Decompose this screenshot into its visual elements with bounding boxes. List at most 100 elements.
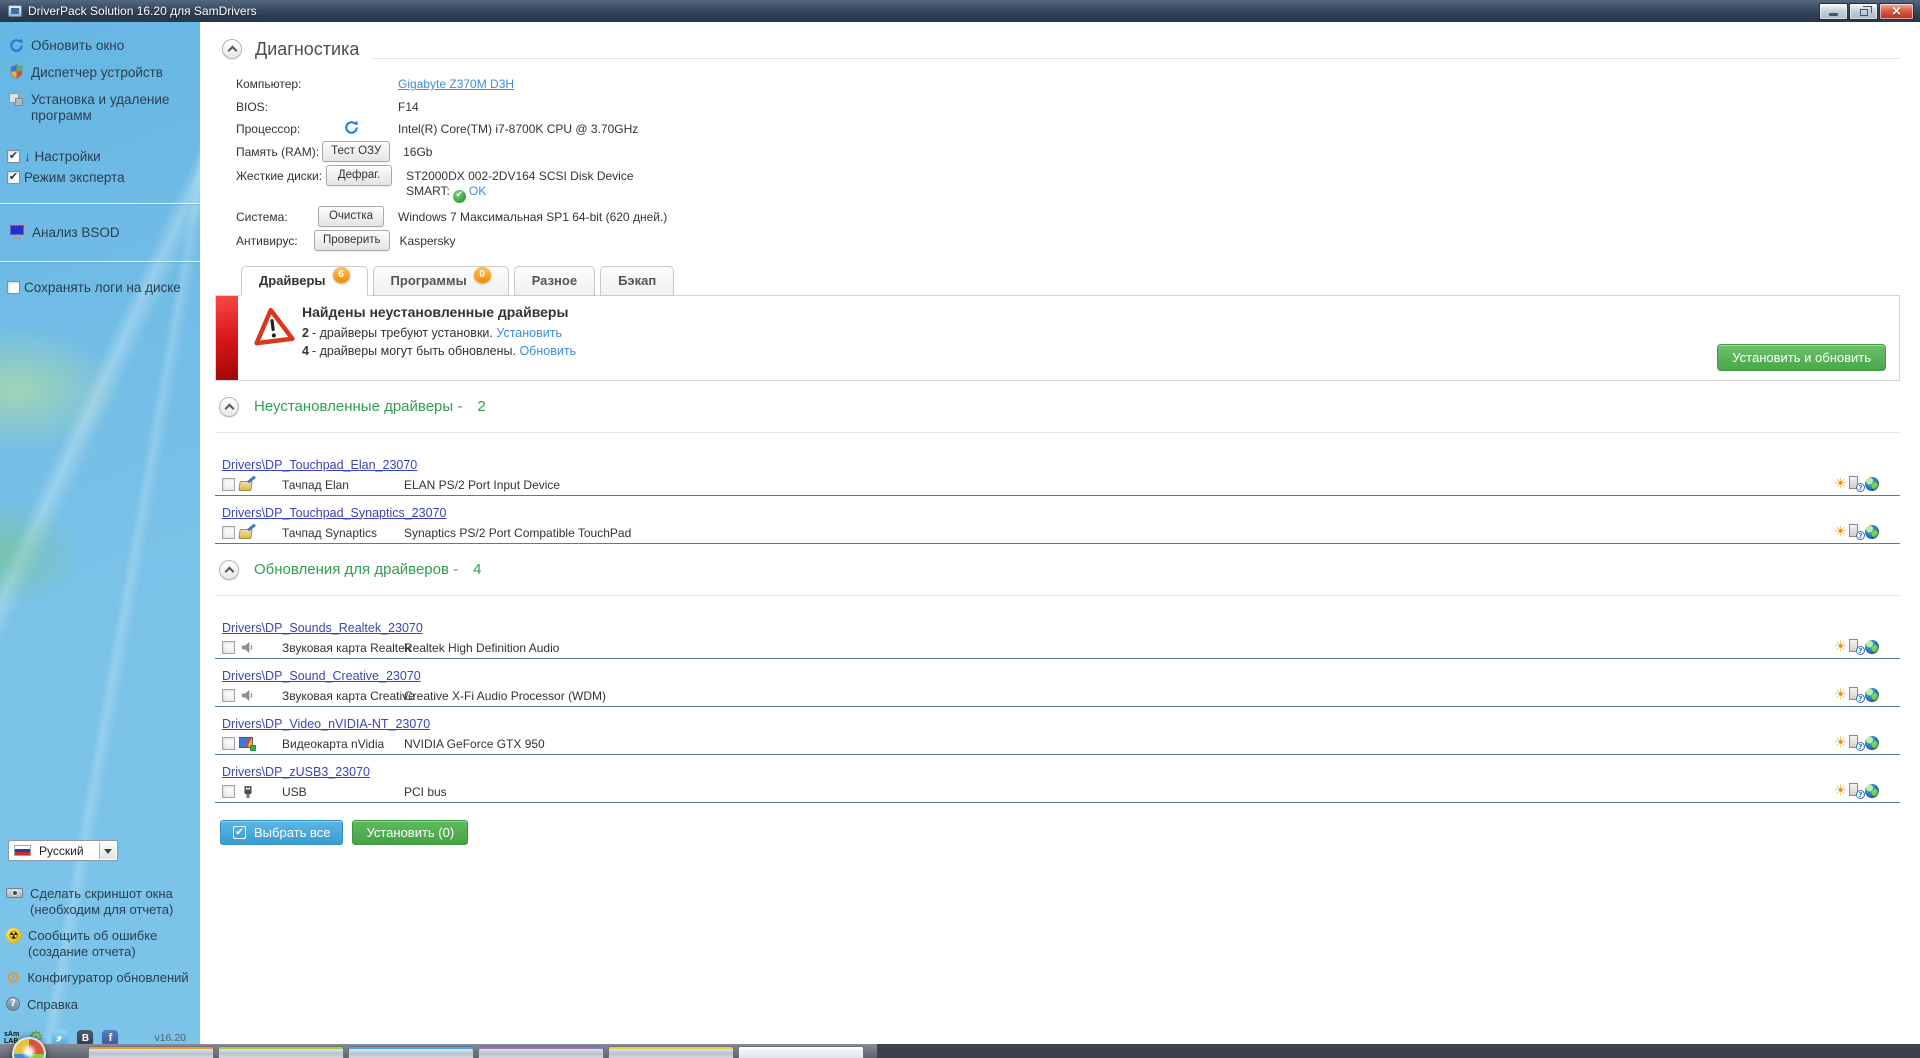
- install-selected-button[interactable]: Установить (0): [352, 819, 469, 845]
- device-question-icon[interactable]: ?: [1849, 476, 1865, 493]
- install-and-update-button[interactable]: Установить и обновить: [1717, 343, 1886, 371]
- taskbar-button[interactable]: [478, 1046, 604, 1058]
- cleanup-button[interactable]: Очистка: [318, 205, 384, 227]
- settings-checkbox[interactable]: ↓ Настройки: [0, 146, 200, 167]
- defrag-button[interactable]: Дефраг.: [326, 164, 393, 186]
- sidebar-item-screenshot[interactable]: Сделать скриншот окна (необходим для отч…: [0, 886, 200, 917]
- driver-pack-link[interactable]: Drivers\DP_Touchpad_Elan_23070: [222, 458, 417, 472]
- collapse-section-button[interactable]: [219, 396, 239, 417]
- checkbox-label: ↓ Настройки: [24, 148, 101, 164]
- tab-backup[interactable]: Бэкап: [600, 265, 675, 296]
- row-action-icons: ☀?: [1833, 639, 1900, 656]
- driver-group-list: Drivers\DP_Sounds_Realtek_23070 Звуковая …: [215, 596, 1900, 803]
- taskbar-button[interactable]: [738, 1046, 864, 1058]
- driver-pack-link[interactable]: Drivers\DP_Sounds_Realtek_23070: [222, 621, 423, 635]
- driver-checkbox[interactable]: [222, 641, 235, 655]
- globe-icon[interactable]: [1865, 524, 1879, 539]
- sun-icon[interactable]: ☀: [1833, 735, 1848, 750]
- taskbar: [0, 1037, 1920, 1058]
- driver-checkbox[interactable]: [222, 785, 235, 799]
- taskbar-button[interactable]: [88, 1046, 214, 1058]
- globe-icon[interactable]: [1865, 639, 1879, 654]
- checkbox-label: Режим эксперта: [24, 169, 125, 185]
- programs-icon: [8, 91, 24, 107]
- tab-programs[interactable]: Программы 0: [372, 265, 509, 296]
- computer-link[interactable]: Gigabyte Z370M D3H: [398, 77, 514, 91]
- vk-icon[interactable]: B: [77, 1030, 94, 1044]
- collapse-section-button[interactable]: [219, 559, 239, 580]
- device-question-icon[interactable]: ?: [1849, 783, 1865, 800]
- sidebar-item-label: Диспетчер устройств: [31, 64, 163, 80]
- driver-checkbox[interactable]: [222, 478, 235, 492]
- restore-button[interactable]: [1849, 2, 1878, 20]
- sidebar-item-help[interactable]: ? Справка: [0, 997, 200, 1013]
- device-question-icon[interactable]: ?: [1849, 524, 1865, 541]
- collapse-diagnostics-button[interactable]: [222, 39, 242, 59]
- driver-pack-link[interactable]: Drivers\DP_Sound_Creative_23070: [222, 669, 421, 683]
- info-row-computer: Компьютер: Gigabyte Z370M D3H: [220, 73, 1900, 93]
- update-link[interactable]: Обновить: [519, 344, 576, 358]
- globe-icon[interactable]: [1865, 783, 1879, 798]
- facebook-icon[interactable]: f: [102, 1030, 119, 1044]
- tab-drivers[interactable]: Драйверы 6: [241, 265, 368, 296]
- av-check-button[interactable]: Проверить: [314, 229, 390, 251]
- sidebar-item-update-configurator[interactable]: ⚙ Конфигуратор обновлений: [0, 970, 200, 986]
- sun-icon[interactable]: ☀: [1833, 687, 1848, 702]
- device-icon-wrap: [238, 641, 257, 655]
- driver-checkbox[interactable]: [222, 526, 235, 540]
- globe-icon[interactable]: [1865, 735, 1879, 750]
- refresh-icon[interactable]: [343, 118, 359, 134]
- smart-status-link[interactable]: OK: [469, 184, 486, 198]
- row-action-icons: ☀?: [1833, 783, 1900, 800]
- sun-icon[interactable]: ☀: [1833, 476, 1848, 491]
- sun-icon[interactable]: ☀: [1833, 783, 1848, 798]
- install-link[interactable]: Установить: [496, 326, 562, 340]
- sidebar-item-bsod-analysis[interactable]: Анализ BSOD: [0, 219, 200, 246]
- tab-misc[interactable]: Разное: [513, 265, 596, 296]
- driver-pack-link[interactable]: Drivers\DP_Video_nVIDIA-NT_23070: [222, 717, 430, 731]
- sidebar-item-report-error[interactable]: ☢ Сообщить об ошибке (создание отчета): [0, 928, 200, 959]
- field-label: Антивирус:: [236, 233, 298, 248]
- taskbar-button[interactable]: [348, 1046, 474, 1058]
- driver-pack-link[interactable]: Drivers\DP_zUSB3_23070: [222, 765, 370, 779]
- driver-pack-link-row: Drivers\DP_Touchpad_Elan_23070: [222, 458, 1900, 472]
- ram-test-button[interactable]: Тест ОЗУ: [322, 140, 391, 162]
- driver-checkbox[interactable]: [222, 737, 235, 751]
- info-row-bios: BIOS: F14: [220, 96, 1900, 116]
- sidebar-item-refresh-window[interactable]: Обновить окно: [0, 32, 200, 59]
- header-rule: [371, 58, 1900, 59]
- sidebar-bottom-items: Сделать скриншот окна (необходим для отч…: [0, 886, 200, 1024]
- driver-pack-link-row: Drivers\DP_Video_nVIDIA-NT_23070: [222, 717, 1900, 731]
- close-button[interactable]: ×: [1879, 2, 1914, 20]
- device-question-icon[interactable]: ?: [1849, 735, 1865, 752]
- chevron-down-icon[interactable]: [99, 842, 116, 859]
- minimize-button[interactable]: [1819, 2, 1848, 20]
- expert-mode-checkbox[interactable]: Режим эксперта: [0, 167, 200, 188]
- save-logs-checkbox[interactable]: Сохранять логи на диске: [0, 277, 200, 298]
- twitter-icon[interactable]: [52, 1030, 69, 1044]
- sidebar-item-device-manager[interactable]: Диспетчер устройств: [0, 59, 200, 86]
- field-value: 16Gb: [403, 144, 433, 159]
- sidebar-item-add-remove-programs[interactable]: Установка и удаление программ: [0, 86, 200, 129]
- driver-row: Звуковая карта Realtek Realtek High Defin…: [215, 638, 1900, 659]
- device-question-icon[interactable]: ?: [1849, 639, 1865, 656]
- taskbar-button[interactable]: [218, 1046, 344, 1058]
- taskbar-button[interactable]: [608, 1046, 734, 1058]
- window-titlebar[interactable]: DriverPack Solution 16.20 для SamDrivers…: [0, 0, 1920, 22]
- globe-icon[interactable]: [1865, 476, 1879, 491]
- select-all-button[interactable]: Выбрать все: [220, 819, 344, 845]
- language-select[interactable]: Русский: [8, 840, 118, 861]
- field-label: BIOS:: [236, 99, 269, 114]
- device-description: ELAN PS/2 Port Input Device: [404, 477, 561, 492]
- device-question-icon[interactable]: ?: [1849, 687, 1865, 704]
- driver-checkbox[interactable]: [222, 689, 235, 703]
- globe-icon[interactable]: [1865, 687, 1879, 702]
- taskbar-buttons: [88, 1046, 864, 1058]
- select-all-label: Выбрать все: [254, 824, 331, 840]
- sun-icon[interactable]: ☀: [1833, 639, 1848, 654]
- driver-pack-link[interactable]: Drivers\DP_Touchpad_Synaptics_23070: [222, 506, 446, 520]
- sun-icon[interactable]: ☀: [1833, 524, 1848, 539]
- save-logs-label: Сохранять логи на диске: [24, 279, 181, 295]
- count: 2: [302, 325, 309, 340]
- field-label: Система:: [236, 209, 288, 224]
